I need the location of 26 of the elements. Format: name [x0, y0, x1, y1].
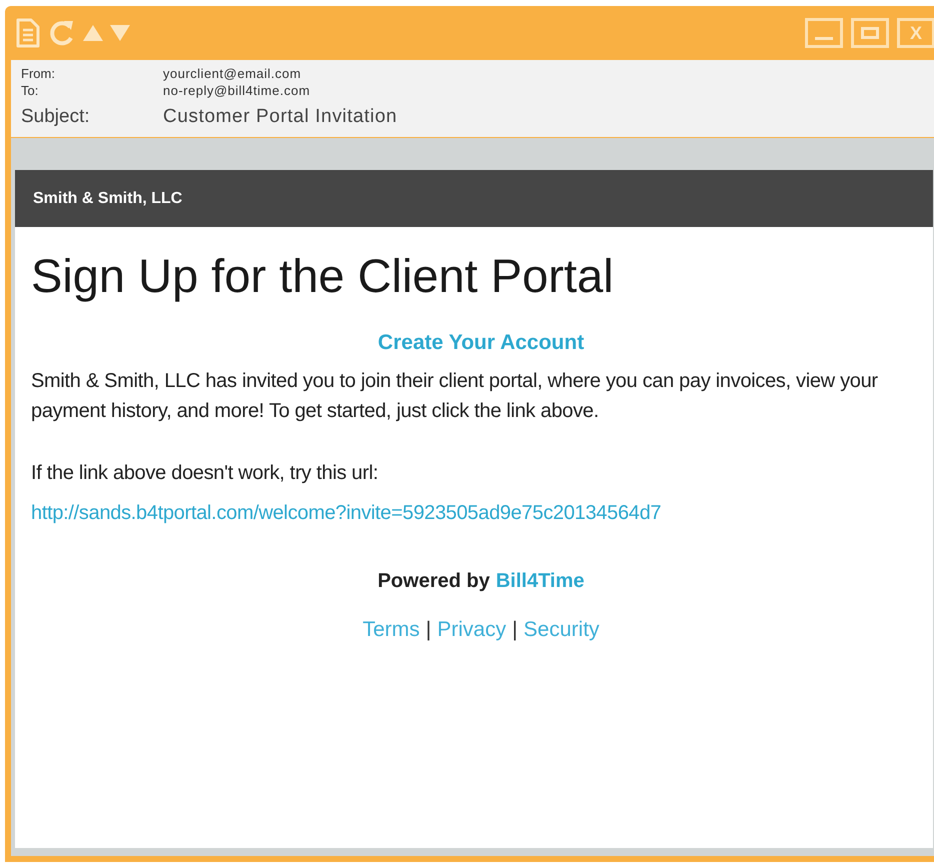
to-address: no-reply@bill4time.com: [163, 82, 310, 99]
footer-link[interactable]: Privacy: [437, 614, 506, 645]
refresh-icon[interactable]: [48, 18, 76, 48]
minimize-button[interactable]: [805, 18, 843, 48]
from-label: From:: [21, 65, 56, 82]
footer-separator: |: [512, 616, 518, 642]
bill4time-link[interactable]: Bill4Time: [496, 566, 584, 596]
powered-by-text: Powered by: [378, 568, 490, 594]
subject-label: Subject:: [21, 105, 91, 129]
to-label: To:: [21, 82, 40, 99]
brand-name: Smith & Smith, LLC: [33, 188, 182, 208]
down-arrow-icon[interactable]: [110, 25, 130, 41]
from-address: yourclient@email.com: [163, 65, 302, 82]
footer-link[interactable]: Terms: [362, 614, 420, 645]
maximize-button[interactable]: [851, 18, 889, 48]
footer-link[interactable]: Security: [524, 614, 600, 645]
up-arrow-icon[interactable]: [83, 25, 103, 41]
invite-paragraph: Smith & Smith, LLC has invited you to join their client portal, where you can pay invoices, view your payment history, and more! To get started, just click the link above.: [31, 368, 879, 424]
create-account-link[interactable]: Create Your Account: [378, 327, 584, 358]
email-heading: Sign Up for the Client Portal: [31, 248, 615, 304]
document-icon[interactable]: [15, 18, 41, 48]
close-button[interactable]: X: [897, 18, 934, 48]
invite-url[interactable]: http://sands.b4tportal.com/welcome?invite=5923505ad9e75c20134564d7: [31, 498, 931, 528]
footer-separator: |: [426, 616, 432, 642]
subject-text: Customer Portal Invitation: [163, 105, 398, 129]
fallback-text: If the link above doesn't work, try this url:: [31, 460, 380, 486]
